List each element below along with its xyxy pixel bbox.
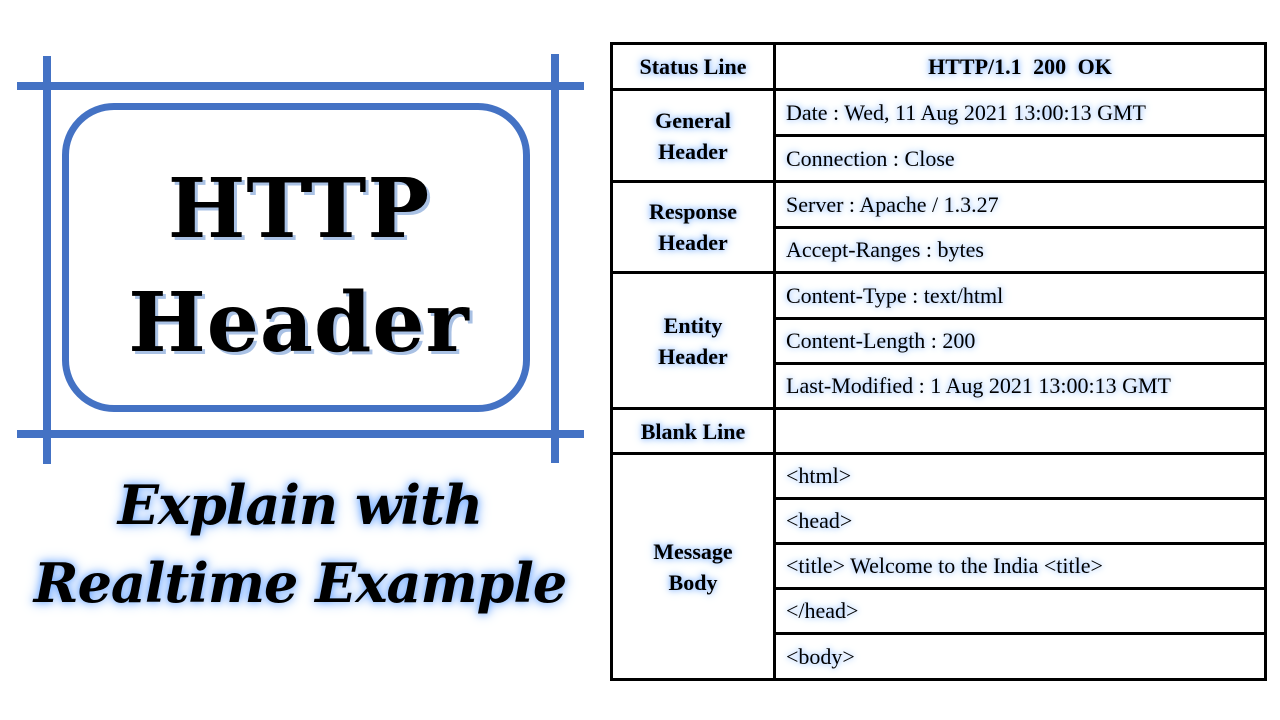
blank-line-value	[773, 407, 1267, 455]
body-line: <body>	[773, 632, 1267, 681]
label-line: Header	[658, 343, 728, 369]
label-line: Body	[668, 569, 718, 595]
body-line: <title> Welcome to the India <title>	[773, 542, 1267, 590]
header-field: Date : Wed, 11 Aug 2021 13:00:13 GMT	[773, 88, 1267, 137]
general-header-label: General Header	[610, 88, 776, 183]
label-line: Message	[653, 538, 733, 564]
label-line: Response	[648, 199, 737, 224]
subtitle-text-1: Explain with	[117, 473, 483, 537]
subtitle-text-2: Realtime Example	[33, 551, 568, 615]
header-field: Last-Modified : 1 Aug 2021 13:00:13 GMT	[773, 362, 1267, 410]
message-body-label: Message Body	[610, 452, 776, 681]
response-header-label: Response Header	[610, 180, 776, 274]
frame-line-top	[17, 82, 584, 90]
frame-line-left	[43, 56, 51, 464]
general-header-row: General Header Date : Wed, 11 Aug 2021 1…	[610, 88, 1267, 183]
blank-line-label: Blank Line	[610, 407, 776, 455]
header-field: Server : Apache / 1.3.27	[773, 180, 1267, 229]
entity-header-label: Entity Header	[610, 271, 776, 410]
title-line-http: HTTP	[167, 161, 431, 257]
subtitle-line2: Realtime Example	[0, 556, 600, 610]
subtitle-line1: Explain with	[0, 478, 600, 532]
header-field: Connection : Close	[773, 134, 1267, 183]
label-line: Entity	[663, 312, 723, 338]
entity-header-row: Entity Header Content-Type : text/html	[610, 271, 1267, 410]
label-line: Header	[658, 138, 728, 164]
frame-line-right	[551, 54, 559, 463]
status-line-row: Status Line HTTP/1.1 200 OK	[610, 42, 1267, 91]
header-field: Content-Length : 200	[773, 317, 1267, 365]
http-response-table: Status Line HTTP/1.1 200 OK General Head…	[610, 42, 1267, 681]
body-line: </head>	[773, 587, 1267, 635]
body-line: <head>	[773, 497, 1267, 545]
message-body-row: Message Body <html>	[610, 452, 1267, 681]
status-line-label: Status Line	[610, 42, 776, 91]
header-field: Accept-Ranges : bytes	[773, 226, 1267, 274]
body-line: <html>	[773, 452, 1267, 500]
header-field: Content-Type : text/html	[773, 271, 1267, 320]
label-line: Header	[658, 230, 728, 255]
title-line-header: Header	[128, 275, 470, 371]
label-line: General	[655, 107, 731, 133]
blank-line-row: Blank Line	[610, 407, 1267, 455]
frame-line-bottom	[17, 430, 584, 438]
response-header-row: Response Header Server : Apache / 1.3.27	[610, 180, 1267, 274]
status-line-value: HTTP/1.1 200 OK	[773, 42, 1267, 91]
